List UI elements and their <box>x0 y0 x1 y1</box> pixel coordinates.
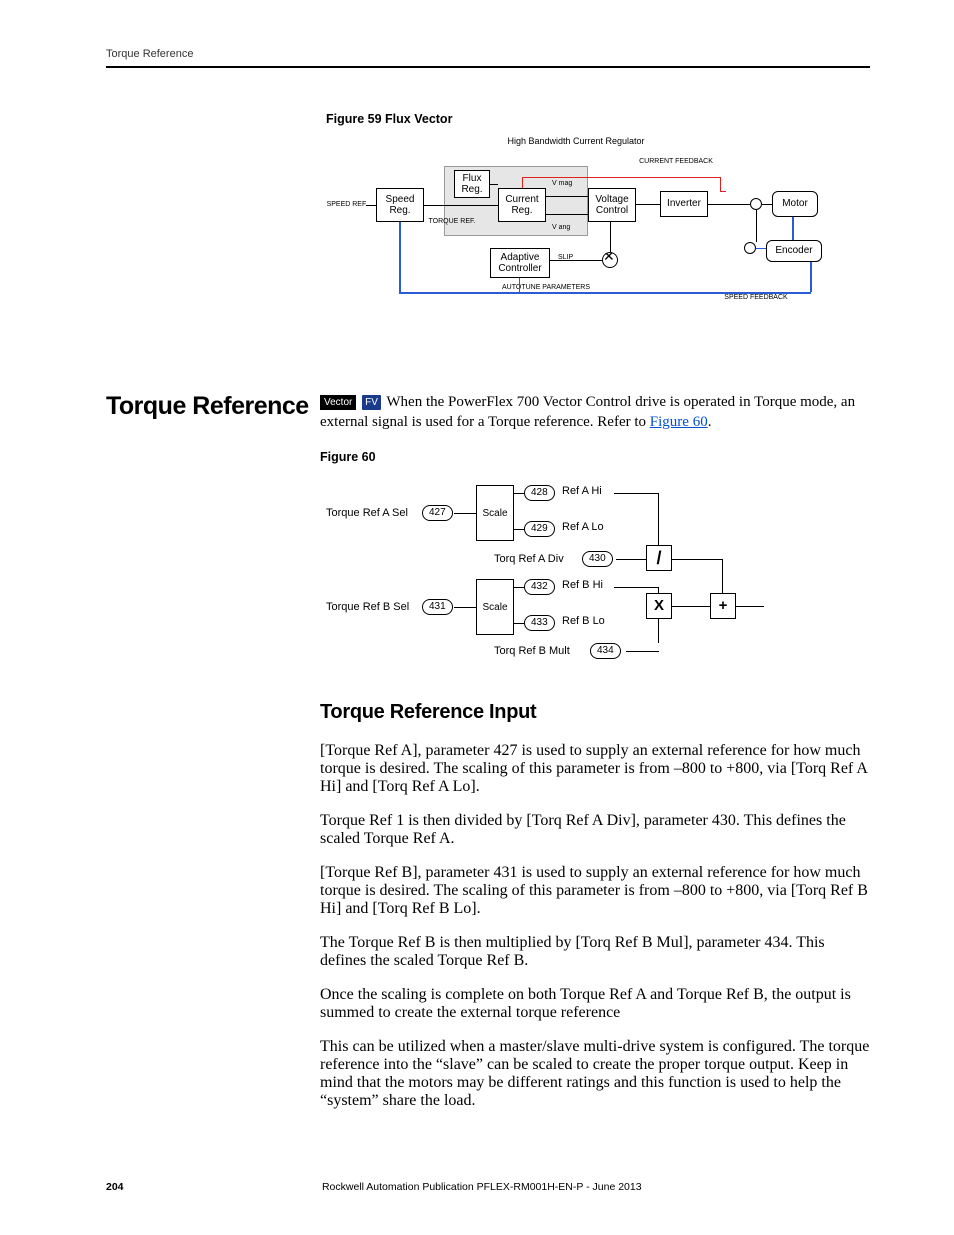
current-feedback-label: CURRENT FEEDBACK <box>626 158 726 166</box>
divide-op: / <box>646 545 672 571</box>
add-op: + <box>710 593 736 619</box>
param-433: 433 <box>524 615 555 631</box>
param-434: 434 <box>590 643 621 659</box>
para-5: Once the scaling is complete on both Tor… <box>320 986 870 1022</box>
figure-60-link[interactable]: Figure 60 <box>650 414 708 430</box>
speed-feedback-label: SPEED FEEDBACK <box>706 294 806 302</box>
multiply-op: X <box>646 593 672 619</box>
ref-a-lo-label: Ref A Lo <box>562 521 604 533</box>
hb-label: High Bandwidth Current Regulator <box>476 136 676 146</box>
vmag-label: V mag <box>552 180 572 188</box>
figure-59: High Bandwidth Current Regulator SPEED R… <box>326 136 870 336</box>
torque-ref-b-sel-label: Torque Ref B Sel <box>326 601 409 613</box>
para-1: [Torque Ref A], parameter 427 is used to… <box>320 742 870 796</box>
scale-a-block: Scale <box>476 485 514 541</box>
page-footer: 204 Rockwell Automation Publication PFLE… <box>106 1181 870 1193</box>
para-2: Torque Ref 1 is then divided by [Torq Re… <box>320 812 870 848</box>
param-427: 427 <box>422 505 453 521</box>
ref-b-lo-label: Ref B Lo <box>562 615 605 627</box>
para-3: [Torque Ref B], parameter 431 is used to… <box>320 864 870 918</box>
publication-info: Rockwell Automation Publication PFLEX-RM… <box>322 1181 642 1193</box>
section-heading: Torque Reference <box>106 392 320 421</box>
encoder-block: Encoder <box>766 240 822 262</box>
header-rule <box>106 66 870 68</box>
torq-ref-a-div-label: Torq Ref A Div <box>494 553 564 565</box>
voltage-control-block: Voltage Control <box>588 188 636 222</box>
ref-b-hi-label: Ref B Hi <box>562 579 603 591</box>
vector-tag: Vector <box>320 395 356 411</box>
autotune-label: AUTOTUNE PARAMETERS <box>486 284 606 292</box>
motor-node <box>750 198 762 210</box>
intro-text: When the PowerFlex 700 Vector Control dr… <box>320 394 855 430</box>
param-430: 430 <box>582 551 613 567</box>
para-4: The Torque Ref B is then multiplied by [… <box>320 934 870 970</box>
encoder-node <box>744 242 756 254</box>
inverter-block: Inverter <box>660 191 708 217</box>
param-429: 429 <box>524 521 555 537</box>
running-head: Torque Reference <box>106 48 870 60</box>
intro-paragraph: Vector FV When the PowerFlex 700 Vector … <box>320 392 870 433</box>
vang-label: V ang <box>552 224 570 232</box>
param-432: 432 <box>524 579 555 595</box>
param-431: 431 <box>422 599 453 615</box>
ref-a-hi-label: Ref A Hi <box>562 485 602 497</box>
subheading: Torque Reference Input <box>320 701 870 724</box>
scale-b-block: Scale <box>476 579 514 635</box>
torque-ref-label: TORQUE REF. <box>426 218 478 226</box>
flux-reg-block: Flux Reg. <box>454 170 490 198</box>
fv-tag: FV <box>362 395 381 411</box>
page-number: 204 <box>106 1181 124 1193</box>
torque-ref-a-sel-label: Torque Ref A Sel <box>326 507 408 519</box>
figure-59-caption: Figure 59 Flux Vector <box>326 112 870 126</box>
current-reg-block: Current Reg. <box>498 188 546 222</box>
adaptive-block: Adaptive Controller <box>490 248 550 278</box>
motor-block: Motor <box>772 191 818 217</box>
speed-ref-label: SPEED REF. <box>326 201 368 209</box>
torq-ref-b-mult-label: Torq Ref B Mult <box>494 645 570 657</box>
figure-60: Torque Ref A Sel 427 Scale 428 Ref A Hi … <box>326 481 766 671</box>
para-6: This can be utilized when a master/slave… <box>320 1038 870 1110</box>
figure-60-caption: Figure 60 <box>320 449 870 466</box>
param-428: 428 <box>524 485 555 501</box>
speed-reg-block: Speed Reg. <box>376 188 424 222</box>
